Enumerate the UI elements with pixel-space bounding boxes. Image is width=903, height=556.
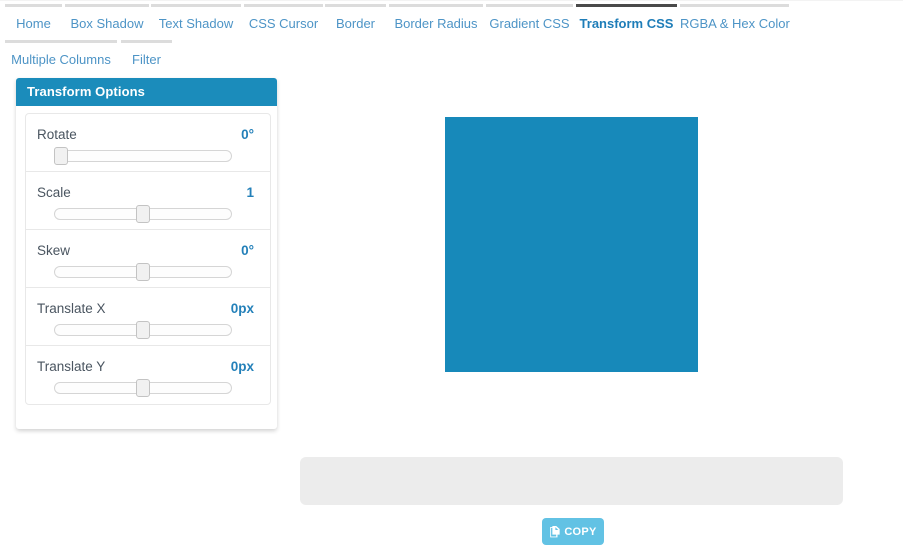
translate-y-slider[interactable]: [54, 382, 232, 394]
tab-multiple-columns[interactable]: Multiple Columns: [5, 40, 117, 74]
translate-x-control-row: Translate X 0px: [26, 288, 270, 346]
transform-css-generator-page: Home Box Shadow Text Shadow CSS Cursor B…: [0, 0, 903, 556]
tab-gradient-css[interactable]: Gradient CSS: [486, 4, 573, 38]
tab-text-shadow[interactable]: Text Shadow: [151, 4, 241, 38]
translate-x-slider-thumb[interactable]: [136, 321, 150, 339]
scale-control-row: Scale 1: [26, 172, 270, 230]
transform-options-panel: Transform Options Rotate 0° Scale 1: [16, 78, 277, 429]
tab-transform-css[interactable]: Transform CSS: [576, 4, 677, 38]
rotate-slider-thumb[interactable]: [54, 147, 68, 165]
tab-border-radius[interactable]: Border Radius: [389, 4, 483, 38]
scale-value: 1: [246, 185, 254, 200]
skew-label: Skew: [37, 243, 70, 258]
tab-box-shadow[interactable]: Box Shadow: [65, 4, 149, 38]
panel-body: Rotate 0° Scale 1: [16, 106, 277, 429]
panel-title: Transform Options: [16, 78, 277, 106]
translate-x-slider[interactable]: [54, 324, 232, 336]
css-output-textarea[interactable]: [300, 457, 843, 505]
tab-rgba-hex-color[interactable]: RGBA & Hex Color: [680, 4, 789, 38]
page-top-divider: [0, 0, 903, 1]
copy-button-label: COPY: [564, 526, 596, 538]
rotate-label: Rotate: [37, 127, 77, 142]
translate-y-slider-thumb[interactable]: [136, 379, 150, 397]
scale-slider-thumb[interactable]: [136, 205, 150, 223]
rotate-value: 0°: [241, 127, 254, 142]
skew-value: 0°: [241, 243, 254, 258]
translate-y-label: Translate Y: [37, 359, 105, 374]
tab-border[interactable]: Border: [325, 4, 386, 38]
copy-button[interactable]: COPY: [542, 518, 604, 545]
skew-slider[interactable]: [54, 266, 232, 278]
scale-label: Scale: [37, 185, 71, 200]
tab-css-cursor[interactable]: CSS Cursor: [244, 4, 323, 38]
tab-home[interactable]: Home: [5, 4, 62, 38]
transform-preview-box: [445, 117, 698, 372]
skew-slider-thumb[interactable]: [136, 263, 150, 281]
controls-container: Rotate 0° Scale 1: [25, 113, 271, 405]
translate-x-value: 0px: [231, 301, 254, 316]
translate-y-value: 0px: [231, 359, 254, 374]
translate-y-control-row: Translate Y 0px: [26, 346, 270, 404]
tab-filter[interactable]: Filter: [121, 40, 172, 74]
scale-slider[interactable]: [54, 208, 232, 220]
clipboard-icon: [549, 526, 560, 538]
translate-x-label: Translate X: [37, 301, 106, 316]
rotate-control-row: Rotate 0°: [26, 114, 270, 172]
rotate-slider[interactable]: [54, 150, 232, 162]
skew-control-row: Skew 0°: [26, 230, 270, 288]
